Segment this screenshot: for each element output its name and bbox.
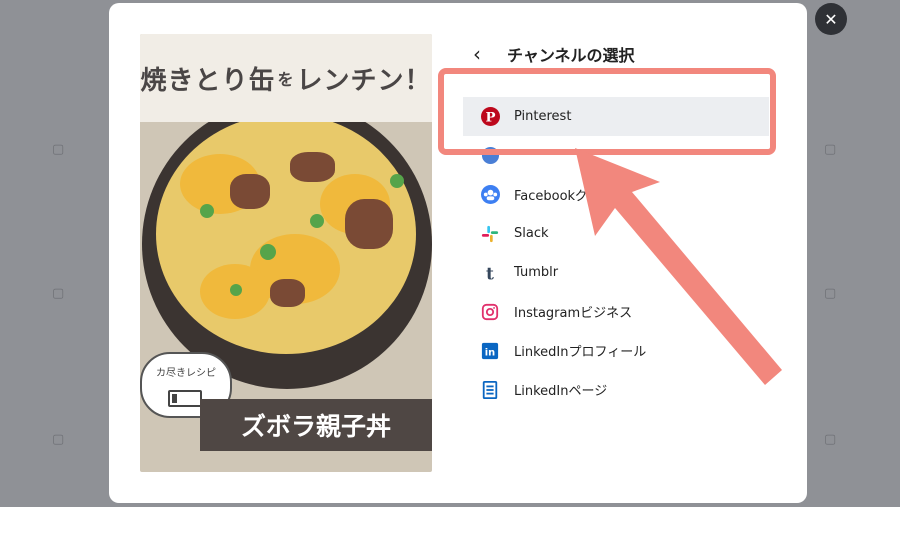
annotation-arrow [575,148,782,385]
annotation-arrow-shape [575,148,782,385]
